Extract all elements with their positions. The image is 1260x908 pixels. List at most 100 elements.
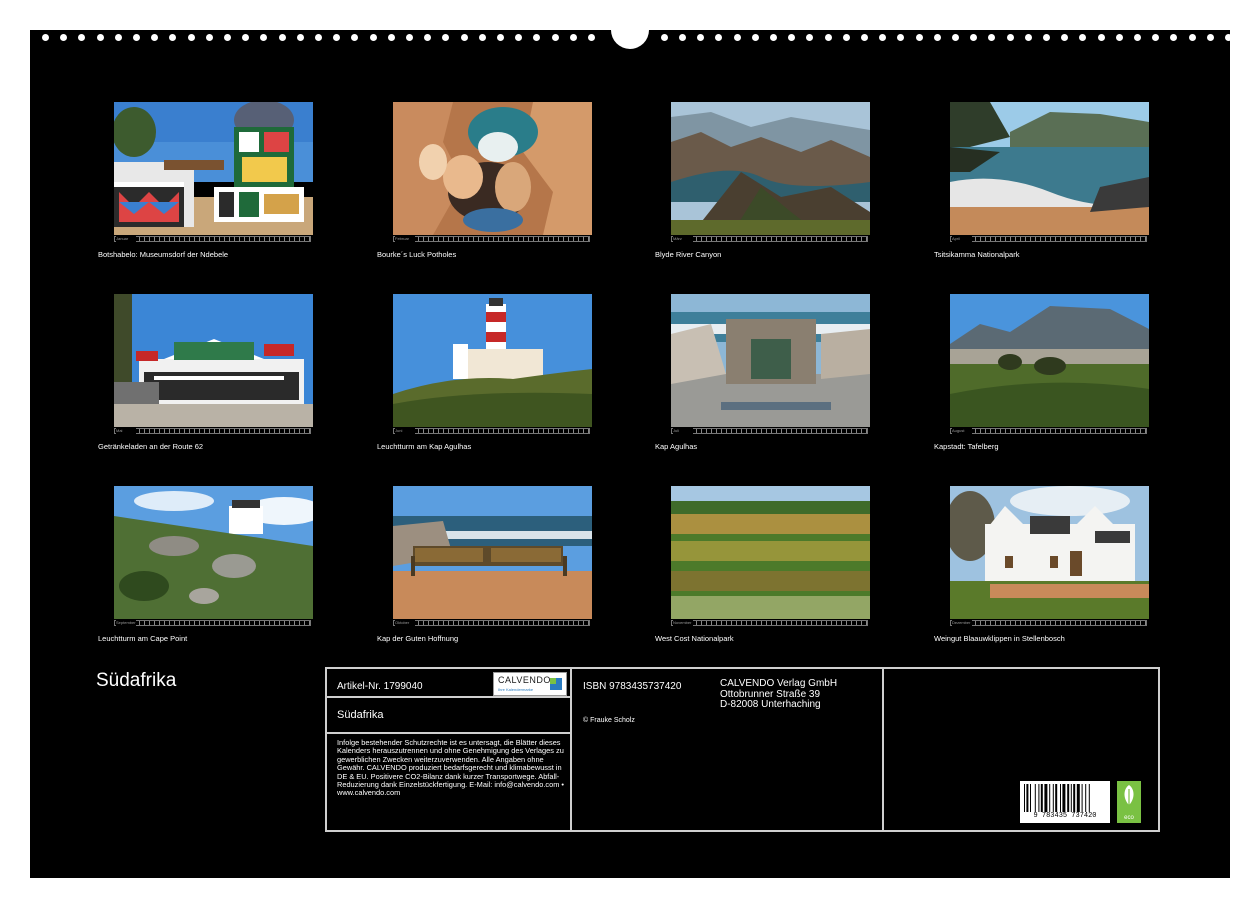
binding-hole	[187, 34, 195, 41]
month-caption: Leuchtturm am Cape Point	[98, 634, 188, 643]
binding-hole	[679, 34, 686, 41]
month-strip: September	[114, 620, 311, 626]
photo-tsitsikamma	[950, 102, 1149, 235]
binding-hole	[806, 34, 814, 41]
month-caption: Leuchtturm am Kap Agulhas	[377, 442, 472, 451]
binding-hole	[60, 34, 68, 41]
binding-hole	[824, 34, 832, 41]
month-caption: Getränkeladen an der Route 62	[98, 442, 204, 451]
barcode: 9 783435 737420	[1020, 781, 1110, 823]
binding-hole	[551, 34, 559, 41]
binding-hole	[1079, 34, 1087, 41]
binding-hole	[933, 34, 941, 41]
binding-hole	[96, 34, 104, 41]
binding-hole	[1134, 34, 1141, 41]
photo-agulhas-lighthouse	[393, 294, 592, 427]
month-caption: Blyde River Canyon	[655, 250, 722, 259]
binding-hole	[897, 34, 905, 41]
binding-hole	[351, 34, 359, 41]
binding-hole	[1188, 34, 1196, 41]
photo-blyde-canyon	[671, 102, 870, 235]
month-strip: Mai	[114, 428, 311, 434]
binding-hole	[1043, 34, 1050, 41]
binding-hole	[569, 34, 577, 41]
binding-hole	[260, 34, 268, 41]
binding-hole	[1061, 34, 1069, 41]
binding-hole	[387, 34, 395, 41]
binding-hole	[1006, 34, 1014, 41]
binding-hole	[733, 34, 741, 41]
binding-hole	[588, 34, 595, 41]
binding-hole	[1115, 34, 1123, 41]
month-caption: Weingut Blaauwklippen in Stellenbosch	[934, 634, 1065, 643]
binding-hole	[78, 34, 86, 41]
binding-hole	[442, 34, 450, 41]
photo-cape-point	[114, 486, 313, 619]
binding-hole	[369, 34, 377, 41]
binding-hole	[478, 34, 486, 41]
binding-hole	[770, 34, 777, 41]
legal-notice: Infolge bestehender Schutzrechte ist es …	[337, 738, 564, 798]
binding-hole	[169, 34, 177, 41]
calendar-subtitle: Südafrika	[337, 709, 384, 721]
imprint-box: Artikel-Nr. 1799040 CALVENDO Ihre Kalend…	[325, 667, 1160, 832]
photo-potholes	[393, 102, 592, 235]
photo-route62	[114, 294, 313, 427]
binding-hole	[333, 34, 341, 41]
month-strip: Dezember	[950, 620, 1147, 626]
binding-hole	[133, 34, 140, 41]
month-strip: Oktober	[393, 620, 590, 626]
publisher-address: CALVENDO Verlag GmbH Ottobrunner Straße …	[720, 678, 838, 710]
binding-hole	[224, 34, 231, 41]
binding-hole	[970, 34, 978, 41]
binding-hole	[1225, 34, 1232, 41]
month-caption: West Cost Nationalpark	[655, 634, 734, 643]
binding-hole	[879, 34, 887, 41]
binding-hole	[988, 34, 996, 41]
photo-tafelberg	[950, 294, 1149, 427]
month-caption: Tsitsikamma Nationalpark	[934, 250, 1020, 259]
article-number: Artikel-Nr. 1799040	[337, 681, 423, 692]
copyright: © Frauke Scholz	[583, 717, 635, 724]
month-strip: Januar	[114, 236, 311, 242]
photo-kap-agulhas	[671, 294, 870, 427]
binding-hole	[788, 34, 796, 41]
photo-ndebele	[114, 102, 313, 235]
binding-hole	[751, 34, 759, 41]
eco-icon: eco	[1117, 781, 1141, 823]
month-strip: Februar	[393, 236, 590, 242]
binding-hole	[861, 34, 868, 41]
binding-hole	[952, 34, 959, 41]
month-strip: August	[950, 428, 1147, 434]
binding-hole	[842, 34, 850, 41]
binding-hole	[424, 34, 432, 41]
binding-hole	[205, 34, 213, 41]
binding-hole	[497, 34, 504, 41]
binding-hole	[42, 34, 49, 41]
isbn: ISBN 9783435737420	[583, 681, 682, 692]
binding-hole	[460, 34, 468, 41]
binding-hole	[515, 34, 523, 41]
binding-hole	[278, 34, 286, 41]
binding-hole	[296, 34, 304, 41]
binding-hole	[697, 34, 705, 41]
binding-hole	[406, 34, 413, 41]
month-caption: Kapstadt: Tafelberg	[934, 442, 999, 451]
month-strip: Juli	[671, 428, 868, 434]
binding-hole	[715, 34, 723, 41]
binding-hole	[151, 34, 159, 41]
binding-hole	[114, 34, 122, 41]
binding-hole	[1024, 34, 1032, 41]
binding-hole	[1170, 34, 1178, 41]
binding-hole	[915, 34, 923, 41]
month-strip: Juni	[393, 428, 590, 434]
calvendo-logo: CALVENDO Ihre Kalendermarke	[493, 672, 567, 696]
calendar-title: Südafrika	[96, 670, 177, 691]
month-caption: Botshabelo: Museumsdorf der Ndebele	[98, 250, 229, 259]
binding-hole	[315, 34, 322, 41]
binding-hole	[242, 34, 250, 41]
month-caption: Bourke´s Luck Potholes	[377, 250, 457, 259]
binding-hole	[1152, 34, 1160, 41]
month-caption: Kap der Guten Hoffnung	[377, 634, 459, 643]
binding-hole	[660, 34, 668, 41]
